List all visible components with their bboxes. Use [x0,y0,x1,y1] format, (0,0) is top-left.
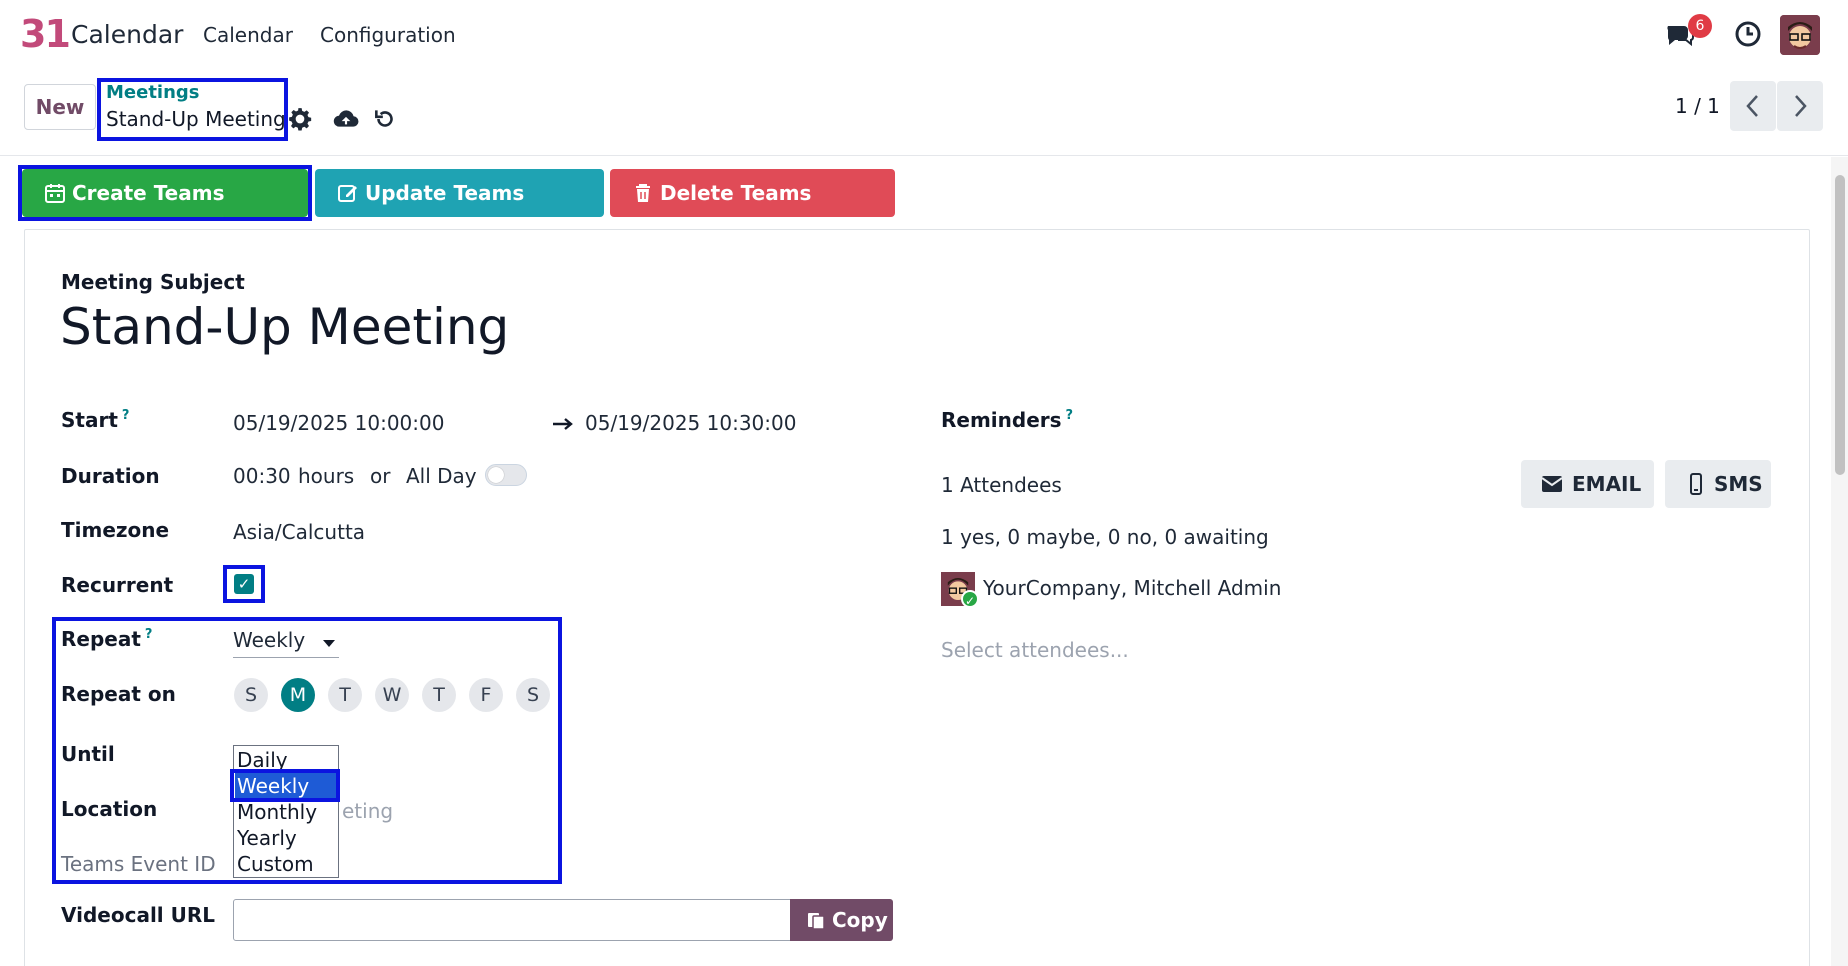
meeting-subject-input[interactable]: Stand-Up Meeting [60,298,509,356]
update-teams-meeting-button[interactable]: Update Teams Meeting [315,169,604,253]
day-toggle-friday[interactable]: F [469,678,503,712]
user-avatar[interactable] [1780,15,1820,55]
sms-label: SMS [1714,472,1763,496]
app-name[interactable]: Calendar [71,20,183,49]
reminders-label: Reminders? [941,408,1074,432]
allday-label: All Day [406,464,477,488]
start-label: Start? [61,408,130,432]
duration-input[interactable]: 00:30 [233,464,291,488]
attendees-summary: 1 yes, 0 maybe, 0 no, 0 awaiting [941,525,1269,549]
chevron-right-icon [1795,95,1807,117]
arrow-right-icon [552,415,574,431]
help-icon: ? [1065,408,1074,424]
day-toggle-tuesday[interactable]: T [328,678,362,712]
help-icon: ? [121,408,130,424]
teams-event-id-label: Teams Event ID [61,852,216,876]
envelope-icon [1541,476,1563,492]
day-toggle-sunday[interactable]: S [234,678,268,712]
calendar-app-logo[interactable]: 31 [20,12,71,56]
help-icon: ? [144,627,153,643]
breadcrumb-current: Stand-Up Meeting [106,107,286,131]
chevron-left-icon [1746,95,1758,117]
day-toggle-thursday[interactable]: T [422,678,456,712]
videocall-url-input[interactable] [233,899,791,941]
repeat-on-label: Repeat on [61,682,176,706]
email-label: EMAIL [1572,472,1642,496]
discard-changes-icon[interactable] [372,106,398,132]
sms-button[interactable]: SMS [1665,460,1771,508]
copy-label: Copy [832,908,888,932]
select-attendees-input[interactable]: Select attendees... [941,638,1129,662]
until-label: Until [61,742,115,766]
copy-url-button[interactable]: Copy [790,899,893,941]
pager-next-button[interactable] [1777,81,1823,131]
stop-datetime-input[interactable]: 05/19/2025 10:30:00 [585,411,796,435]
attendee-name[interactable]: YourCompany, Mitchell Admin [983,576,1281,600]
create-button-highlight [18,165,312,221]
repeat-option-monthly[interactable]: Monthly [235,799,337,825]
delete-teams-meeting-button[interactable]: Delete Teams Meeting [610,169,895,253]
location-label: Location [61,797,158,821]
clock-icon[interactable] [1732,18,1764,50]
repeat-select-value: Weekly [233,628,306,652]
day-toggle-wednesday[interactable]: W [375,678,409,712]
trash-icon [636,184,650,202]
caret-down-icon [323,640,335,647]
pager-previous-button[interactable] [1730,81,1776,131]
meeting-subject-label: Meeting Subject [61,270,245,294]
hours-text: hours [298,464,355,488]
allday-toggle[interactable] [485,464,527,486]
new-button[interactable]: New [24,84,96,130]
recurrent-checkbox[interactable]: ✓ [234,574,254,594]
repeat-option-yearly[interactable]: Yearly [235,825,337,851]
weekly-option-highlight [230,769,340,802]
duration-label: Duration [61,464,160,488]
email-button[interactable]: EMAIL [1521,460,1654,508]
accepted-check-icon: ✓ [961,590,979,608]
recurrent-label: Recurrent [61,573,174,597]
repeat-option-custom[interactable]: Custom [235,851,337,877]
timezone-select[interactable]: Asia/Calcutta [233,520,365,544]
messages-badge: 6 [1688,14,1712,38]
menu-configuration[interactable]: Configuration [320,23,456,47]
clipboard-icon [808,913,825,930]
repeat-select[interactable]: Weekly [233,628,339,658]
edit-icon [338,185,357,202]
videocall-url-label: Videocall URL [61,903,216,927]
timezone-label: Timezone [61,518,170,542]
day-toggle-monday[interactable]: M [281,678,315,712]
mobile-phone-icon [1690,473,1702,495]
pager-value: 1 / 1 [1675,94,1720,118]
scrollbar-thumb[interactable] [1835,175,1845,475]
repeat-label: Repeat? [61,627,153,651]
attendees-count: 1 Attendees [941,473,1062,497]
start-datetime-input[interactable]: 05/19/2025 10:00:00 [233,411,444,435]
gear-icon[interactable] [287,106,313,132]
cloud-upload-icon[interactable] [333,106,359,132]
or-text: or [370,464,391,488]
day-toggle-saturday[interactable]: S [516,678,550,712]
breadcrumb-meetings-link[interactable]: Meetings [106,82,200,103]
repeat-options-listbox: Daily Weekly Monthly Yearly Custom [233,745,339,878]
menu-calendar[interactable]: Calendar [203,23,293,47]
location-placeholder[interactable]: eting [342,799,393,823]
